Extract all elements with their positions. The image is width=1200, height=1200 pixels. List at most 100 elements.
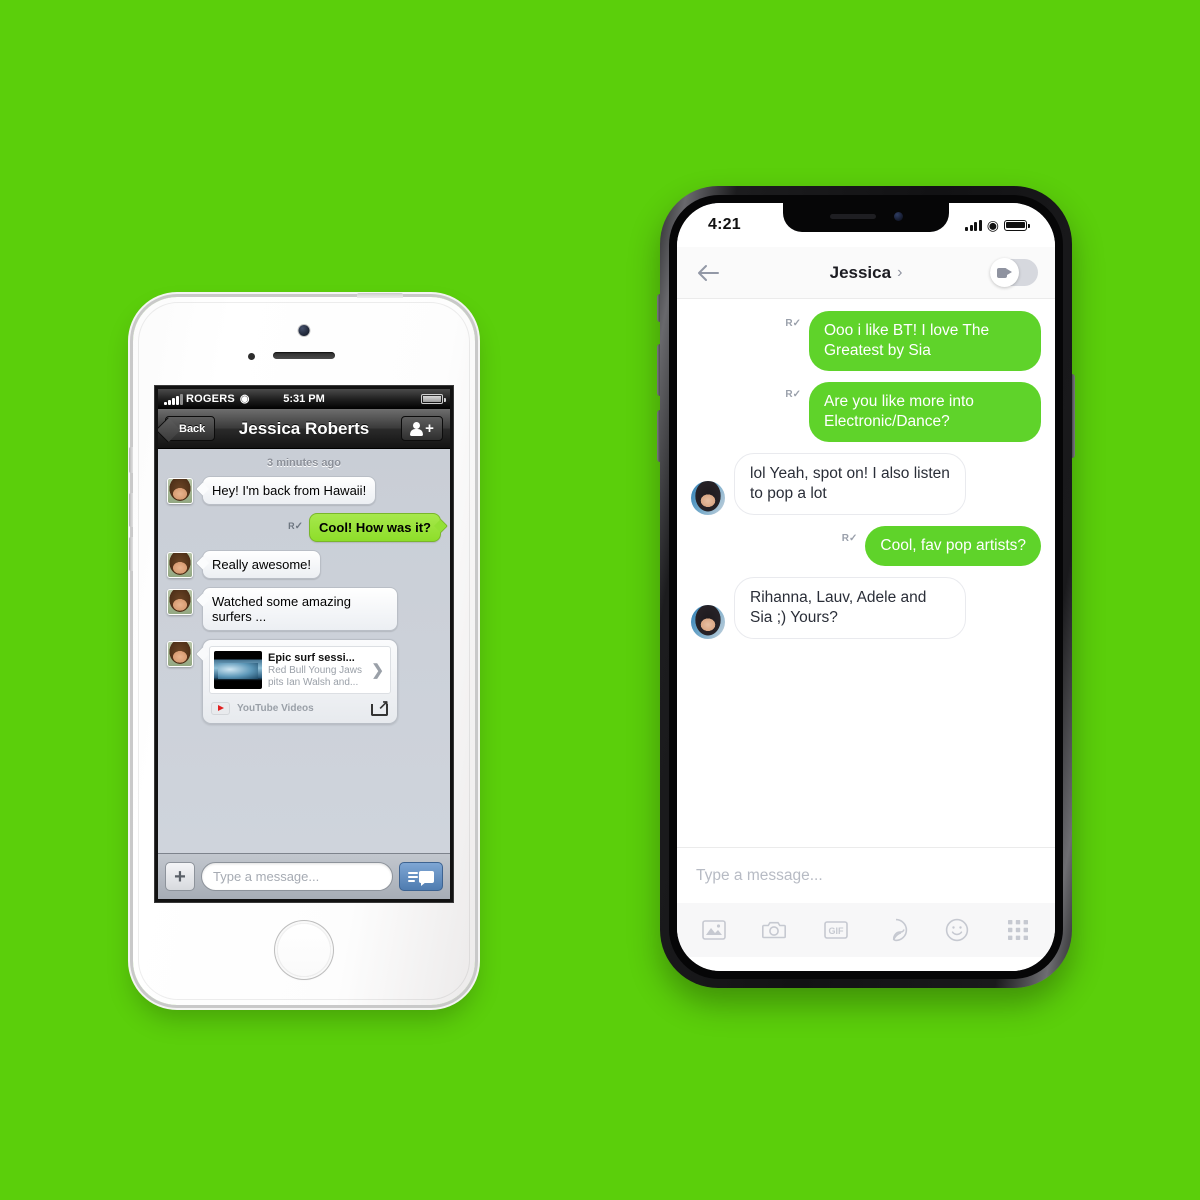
status-time: 5:31 PM bbox=[283, 393, 325, 405]
mute-switch-old[interactable] bbox=[129, 447, 133, 473]
volume-down-button-old[interactable] bbox=[129, 537, 133, 571]
send-message-icon bbox=[408, 871, 418, 882]
home-indicator[interactable] bbox=[677, 957, 1055, 971]
battery-icon bbox=[1004, 219, 1030, 231]
message-input-new[interactable]: Type a message... bbox=[677, 847, 1055, 903]
cellular-signal-icon bbox=[965, 219, 982, 231]
chat-timestamp: 3 minutes ago bbox=[267, 457, 341, 469]
notch bbox=[783, 203, 949, 232]
status-bar-old: ROGERS ◉ 5:31 PM bbox=[158, 389, 450, 409]
front-camera-icon bbox=[893, 211, 903, 221]
read-receipt-icon: R✓ bbox=[288, 520, 304, 532]
camera-icon[interactable] bbox=[760, 917, 790, 943]
attach-button-old[interactable]: + bbox=[165, 862, 195, 891]
earpiece-speaker bbox=[273, 352, 335, 359]
avatar bbox=[167, 641, 193, 667]
message-bubble[interactable]: Cool, fav pop artists? bbox=[865, 526, 1041, 566]
chevron-right-icon: › bbox=[897, 263, 903, 281]
message-bubble[interactable]: Are you like more into Electronic/Dance? bbox=[809, 382, 1041, 442]
page-title-new[interactable]: Jessica › bbox=[830, 263, 903, 283]
photo-gallery-icon[interactable] bbox=[699, 917, 729, 943]
proximity-sensor-icon bbox=[248, 353, 255, 360]
toggle-knob bbox=[990, 258, 1019, 287]
avatar bbox=[167, 589, 193, 615]
avatar bbox=[167, 478, 193, 504]
plus-icon: + bbox=[425, 420, 434, 437]
home-button-old[interactable] bbox=[277, 923, 331, 977]
message-bubble[interactable]: Ooo i like BT! I love The Greatest by Si… bbox=[809, 311, 1041, 371]
message-bubble[interactable]: Cool! How was it? bbox=[309, 513, 441, 542]
message-row: Rihanna, Lauv, Adele and Sia ;) Yours? bbox=[691, 577, 1041, 639]
page-title-old: Jessica Roberts bbox=[238, 418, 370, 438]
add-contact-button[interactable]: + bbox=[401, 416, 443, 441]
volume-up-button-new[interactable] bbox=[657, 344, 660, 396]
battery-icon bbox=[421, 394, 446, 404]
chat-thread-old[interactable]: 3 minutes ago Hey! I'm back from Hawaii!… bbox=[158, 449, 450, 853]
iphone-x-device: 4:21 ◉ Jessica › R✓ Ooo i like BT! I lov… bbox=[657, 186, 1075, 988]
contact-name: Jessica bbox=[829, 262, 892, 282]
avatar bbox=[167, 552, 193, 578]
chevron-right-icon[interactable]: ❯ bbox=[371, 661, 386, 679]
video-call-icon bbox=[997, 267, 1012, 278]
nav-bar-new: Jessica › bbox=[677, 247, 1055, 299]
message-input-bar-old: + Type a message... bbox=[158, 853, 450, 899]
carrier-label: ROGERS bbox=[186, 393, 235, 405]
volume-down-button-new[interactable] bbox=[657, 410, 660, 462]
youtube-attachment-card[interactable]: Epic surf sessi... Red Bull Young Jaws p… bbox=[202, 639, 398, 724]
message-row: R✓ Cool! How was it? bbox=[158, 513, 450, 542]
screen-new: 4:21 ◉ Jessica › R✓ Ooo i like BT! I lov… bbox=[677, 203, 1055, 971]
chat-thread-new[interactable]: R✓ Ooo i like BT! I love The Greatest by… bbox=[677, 299, 1055, 847]
read-receipt-icon: R✓ bbox=[785, 318, 801, 329]
screen-old: ROGERS ◉ 5:31 PM Back Jessica Roberts + … bbox=[158, 389, 450, 899]
power-button-old[interactable] bbox=[357, 293, 403, 298]
wifi-icon: ◉ bbox=[986, 217, 999, 233]
attachment-toolbar: GIF bbox=[677, 903, 1055, 957]
gif-icon[interactable]: GIF bbox=[821, 917, 851, 943]
message-row: lol Yeah, spot on! I also listen to pop … bbox=[691, 453, 1041, 515]
message-row: Hey! I'm back from Hawaii! bbox=[158, 476, 450, 505]
send-button-old[interactable] bbox=[399, 862, 443, 891]
read-receipt-icon: R✓ bbox=[785, 389, 801, 400]
wifi-icon: ◉ bbox=[239, 392, 250, 405]
message-input-old[interactable]: Type a message... bbox=[201, 862, 393, 891]
message-bubble[interactable]: Hey! I'm back from Hawaii! bbox=[202, 476, 377, 505]
mute-switch-new[interactable] bbox=[657, 294, 660, 322]
video-desc-line1: Red Bull Young Jaws bbox=[268, 664, 362, 676]
read-receipt-icon: R✓ bbox=[841, 533, 858, 544]
youtube-source-label: YouTube Videos bbox=[237, 702, 314, 714]
back-arrow-icon[interactable] bbox=[694, 259, 722, 287]
video-desc-line2: pits Ian Walsh and... bbox=[268, 676, 359, 688]
message-row: Watched some amazing surfers ... bbox=[158, 587, 450, 631]
iphone-5s-device: ROGERS ◉ 5:31 PM Back Jessica Roberts + … bbox=[129, 293, 475, 1005]
message-bubble[interactable]: Rihanna, Lauv, Adele and Sia ;) Yours? bbox=[734, 577, 966, 639]
youtube-preview[interactable]: Epic surf sessi... Red Bull Young Jaws p… bbox=[209, 646, 391, 694]
message-row-attachment: Epic surf sessi... Red Bull Young Jaws p… bbox=[158, 639, 450, 724]
video-title: Epic surf sessi... bbox=[268, 651, 355, 664]
video-thumbnail bbox=[214, 651, 262, 689]
message-row: R✓ Ooo i like BT! I love The Greatest by… bbox=[691, 311, 1041, 371]
status-time: 4:21 bbox=[708, 216, 741, 233]
front-camera-icon bbox=[298, 325, 310, 336]
add-person-icon bbox=[410, 421, 424, 436]
nav-bar-old: Back Jessica Roberts + bbox=[158, 409, 450, 449]
power-button-new[interactable] bbox=[1072, 374, 1075, 458]
message-row: Really awesome! bbox=[158, 550, 450, 579]
volume-up-button-old[interactable] bbox=[129, 493, 133, 527]
message-row: R✓ Are you like more into Electronic/Dan… bbox=[691, 382, 1041, 442]
apps-grid-icon[interactable] bbox=[1003, 917, 1033, 943]
share-icon[interactable] bbox=[371, 697, 389, 716]
avatar bbox=[691, 481, 725, 515]
avatar bbox=[691, 605, 725, 639]
sticker-icon[interactable] bbox=[881, 917, 911, 943]
youtube-card-footer: YouTube Videos bbox=[209, 694, 391, 717]
message-bubble[interactable]: Really awesome! bbox=[202, 550, 321, 579]
cellular-signal-icon bbox=[164, 393, 183, 405]
video-call-toggle[interactable] bbox=[990, 258, 1038, 287]
message-row: R✓ Cool, fav pop artists? bbox=[691, 526, 1041, 566]
message-bubble[interactable]: lol Yeah, spot on! I also listen to pop … bbox=[734, 453, 966, 515]
earpiece-speaker-icon bbox=[829, 213, 876, 219]
message-bubble[interactable]: Watched some amazing surfers ... bbox=[202, 587, 398, 631]
youtube-play-icon bbox=[211, 701, 230, 715]
emoji-icon[interactable] bbox=[942, 917, 972, 943]
back-button-old[interactable]: Back bbox=[165, 416, 216, 441]
